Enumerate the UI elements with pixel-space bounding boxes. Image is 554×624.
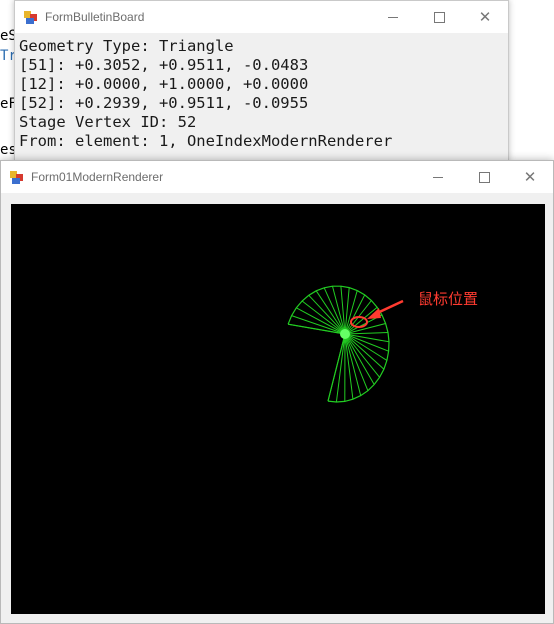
- fan-spoke: [344, 333, 375, 385]
- bulletin-line: Stage Vertex ID: 52: [19, 113, 197, 131]
- bulletin-line: From: element: 1, OneIndexModernRenderer: [19, 132, 393, 150]
- maximize-button[interactable]: [416, 1, 462, 33]
- fan-spoke: [301, 300, 346, 335]
- bulletin-text: Geometry Type: Triangle [51]: +0.3052, +0…: [19, 37, 504, 151]
- bulletin-line: [12]: +0.0000, +1.0000, +0.0000: [19, 75, 309, 93]
- fan-spoke: [335, 333, 346, 403]
- window-title: Form01ModernRenderer: [31, 170, 164, 184]
- render-canvas[interactable]: [11, 204, 545, 614]
- bulletin-board-window: FormBulletinBoard ✕ Geometry Type: Trian…: [14, 0, 509, 162]
- bulletin-title-bar[interactable]: FormBulletinBoard ✕: [15, 1, 508, 33]
- highlight-point: [340, 329, 350, 339]
- fan-spoke: [315, 290, 346, 335]
- window-title: FormBulletinBoard: [45, 10, 145, 24]
- close-button[interactable]: ✕: [507, 161, 553, 193]
- minimize-button[interactable]: [415, 161, 461, 193]
- wireframe-scene: [287, 285, 404, 403]
- bulletin-line: [52]: +0.2939, +0.9511, -0.0955: [19, 94, 309, 112]
- renderer-title-bar[interactable]: Form01ModernRenderer ✕: [1, 161, 553, 193]
- fan-spoke: [344, 333, 385, 370]
- close-button[interactable]: ✕: [462, 1, 508, 33]
- mouse-position-annotation: 鼠标位置: [418, 290, 479, 308]
- bulletin-line: Geometry Type: Triangle: [19, 37, 234, 55]
- app-icon: [10, 170, 23, 184]
- maximize-button[interactable]: [461, 161, 507, 193]
- fan-edge: [327, 333, 346, 402]
- minimize-button[interactable]: [370, 1, 416, 33]
- app-icon: [24, 10, 37, 24]
- bulletin-line: [51]: +0.3052, +0.9511, -0.0483: [19, 56, 309, 74]
- renderer-window: Form01ModernRenderer ✕: [0, 160, 554, 624]
